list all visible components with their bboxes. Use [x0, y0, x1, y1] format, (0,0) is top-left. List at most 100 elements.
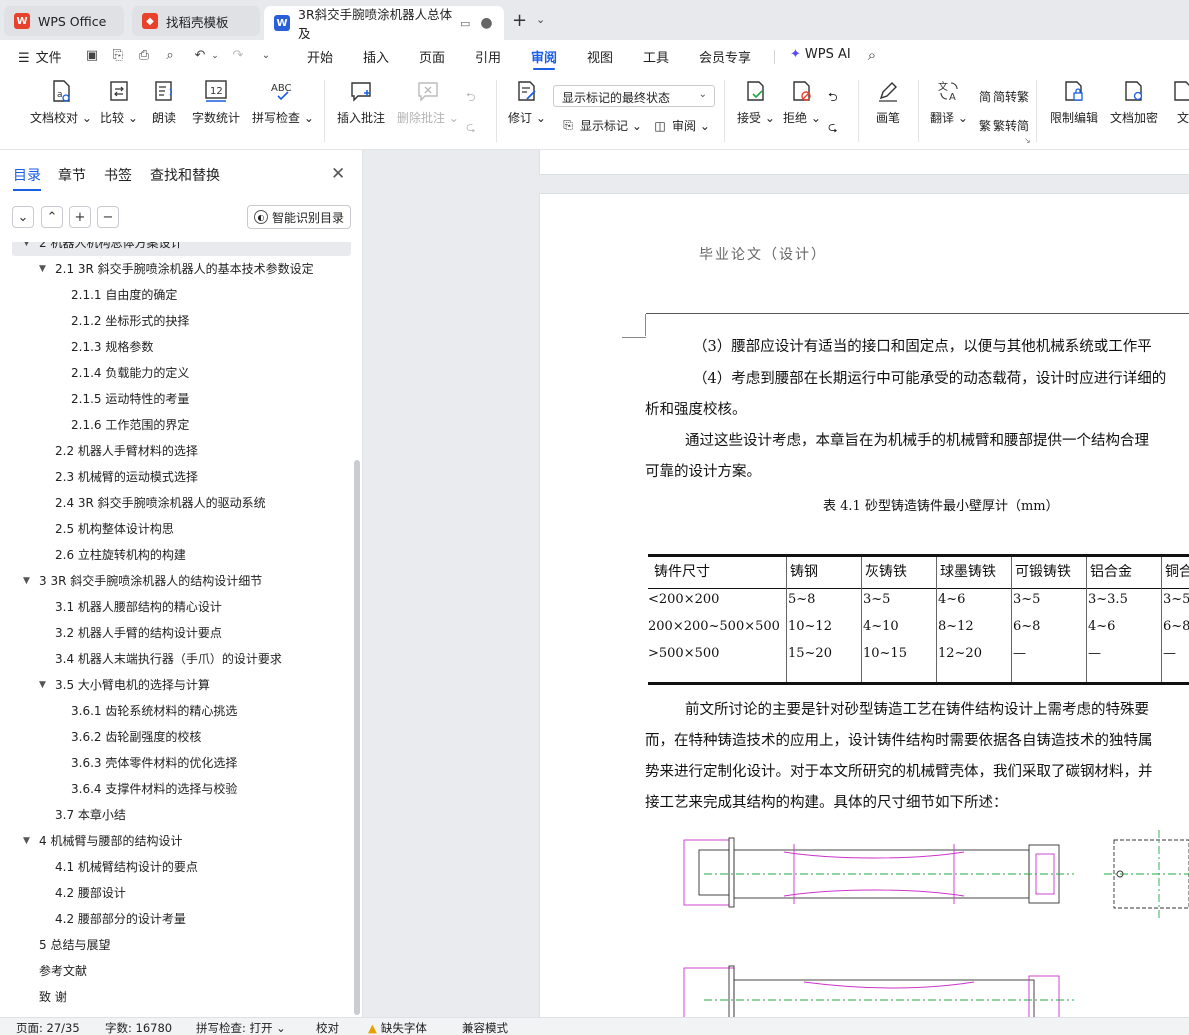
menu-page[interactable]: 页面: [419, 47, 445, 66]
toc-scrollbar[interactable]: [354, 460, 360, 1015]
toc-item[interactable]: 2.1.5 运动特性的考量: [12, 386, 351, 412]
dialog-launcher-icon[interactable]: ↘: [1024, 136, 1031, 145]
prev-comment-icon[interactable]: ⮌: [466, 88, 476, 109]
spell-check-button[interactable]: ABC 拼写检查 ⌄: [252, 78, 314, 126]
menu-review[interactable]: 审阅: [531, 47, 557, 70]
document-more-button[interactable]: 文: [1170, 78, 1189, 126]
close-icon[interactable]: ✕: [331, 164, 345, 184]
tab-document[interactable]: W 3R斜交手腕喷涂机器人总体及 ▭ ●: [264, 6, 504, 41]
delete-comment-button[interactable]: 删除批注 ⌄: [397, 78, 459, 126]
toc-item[interactable]: 3.7 本章小结: [12, 802, 351, 828]
undo-dropdown-icon[interactable]: ⌄: [207, 48, 223, 64]
smart-toc-button[interactable]: ◐ 智能识别目录: [247, 205, 351, 229]
toc-item[interactable]: ▼ 4 机械臂与腰部的结构设计: [12, 828, 351, 854]
translate-button[interactable]: 文A 翻译 ⌄: [930, 78, 968, 126]
to-traditional-button[interactable]: 简简转繁: [977, 88, 1029, 105]
toc-expand-triangle-icon[interactable]: ▼: [39, 256, 46, 282]
toc-item[interactable]: ▼ 3 3R 斜交手腕喷涂机器人的结构设计细节: [12, 568, 351, 594]
tab-sections[interactable]: 章节: [58, 165, 86, 185]
toc-item[interactable]: ▼ 3.5 大小臂电机的选择与计算: [12, 672, 351, 698]
toc-expand-triangle-icon[interactable]: ▼: [39, 672, 46, 698]
next-comment-icon[interactable]: ⮎: [466, 118, 476, 139]
toc-item[interactable]: 2.1.6 工作范围的界定: [12, 412, 351, 438]
redo-icon[interactable]: ↷: [230, 48, 246, 64]
compare-button[interactable]: 比较 ⌄: [100, 78, 138, 126]
toc-item[interactable]: ▼ 2.1 3R 斜交手腕喷涂机器人的基本技术参数设定: [12, 256, 351, 282]
restrict-edit-button[interactable]: 限制编辑: [1050, 78, 1098, 126]
menu-member[interactable]: 会员专享: [699, 47, 751, 66]
toc-item[interactable]: 2.1.4 负载能力的定义: [12, 360, 351, 386]
wps-ai-button[interactable]: ✦ WPS AI: [790, 47, 851, 62]
toc-item[interactable]: 3.6.1 齿轮系统材料的精心挑选: [12, 698, 351, 724]
save-icon[interactable]: ▣: [84, 48, 100, 64]
read-aloud-button[interactable]: 朗读: [151, 78, 177, 126]
tab-bookmarks[interactable]: 书签: [104, 165, 132, 185]
revise-button[interactable]: 修订 ⌄: [508, 78, 546, 126]
toc-expand-triangle-icon[interactable]: ▼: [23, 242, 30, 256]
menu-home[interactable]: 开始: [307, 47, 333, 66]
print-icon[interactable]: ⎙: [136, 48, 152, 64]
toc-item[interactable]: 2.1.3 规格参数: [12, 334, 351, 360]
accept-button[interactable]: 接受 ⌄: [737, 78, 775, 126]
toc-item[interactable]: 参考文献: [12, 958, 351, 984]
review-pane-button[interactable]: ◫ 审阅 ⌄: [652, 117, 710, 134]
add-heading-plus-icon[interactable]: +: [69, 206, 91, 228]
toc-expand-triangle-icon[interactable]: ▼: [23, 568, 30, 594]
missing-font-status[interactable]: ▲ 缺失字体: [368, 1020, 427, 1035]
new-tab-plus-icon[interactable]: +: [512, 10, 527, 31]
print-preview-icon[interactable]: ⌕: [162, 48, 178, 64]
toc-item[interactable]: 2.1.1 自由度的确定: [12, 282, 351, 308]
toc-item[interactable]: 2.4 3R 斜交手腕喷涂机器人的驱动系统: [12, 490, 351, 516]
tab-docer-template[interactable]: ◆ 找稻壳模板: [132, 6, 260, 36]
prev-change-icon[interactable]: ⮌: [828, 88, 838, 109]
to-simplified-button[interactable]: 繁繁转简: [977, 117, 1029, 134]
toc-item[interactable]: 4.2 腰部部分的设计考量: [12, 906, 351, 932]
remove-heading-minus-icon[interactable]: −: [97, 206, 119, 228]
undo-icon[interactable]: ↶: [192, 48, 208, 64]
toc-item[interactable]: 3.6.4 支撑件材料的选择与校验: [12, 776, 351, 802]
reject-button[interactable]: 拒绝 ⌄: [783, 78, 821, 126]
toc-item[interactable]: 2.3 机械臂的运动模式选择: [12, 464, 351, 490]
page-indicator[interactable]: 页面: 27/35: [16, 1020, 80, 1035]
encrypt-button[interactable]: 文档加密: [1110, 78, 1158, 126]
toc-item[interactable]: 4.1 机械臂结构设计的要点: [12, 854, 351, 880]
toc-item[interactable]: 2.6 立柱旋转机构的构建: [12, 542, 351, 568]
toc-item[interactable]: 2.2 机器人手臂材料的选择: [12, 438, 351, 464]
export-icon[interactable]: ⎘: [110, 48, 126, 64]
chevron-down-icon[interactable]: ⌄: [536, 13, 545, 26]
toc-item[interactable]: 3.4 机器人末端执行器（手爪）的设计要求: [12, 646, 351, 672]
toc-item[interactable]: 3.6.3 壳体零件材料的优化选择: [12, 750, 351, 776]
search-icon[interactable]: ⌕: [864, 47, 880, 63]
pen-button[interactable]: 画笔: [875, 78, 901, 126]
doc-check-button[interactable]: a 文档校对 ⌄: [30, 78, 92, 126]
tab-wps-office[interactable]: W WPS Office: [4, 6, 124, 36]
toc-item[interactable]: 致 谢: [12, 984, 351, 1010]
collapse-down-chevron-icon[interactable]: ⌄: [12, 206, 34, 228]
toc-expand-triangle-icon[interactable]: ▼: [23, 828, 30, 854]
more-chevron-icon[interactable]: ⌄: [258, 48, 274, 64]
word-count-indicator[interactable]: 字数: 16780: [105, 1020, 172, 1035]
insert-comment-button[interactable]: 插入批注: [337, 78, 385, 126]
toc-item[interactable]: 3.1 机器人腰部结构的精心设计: [12, 594, 351, 620]
expand-up-chevron-icon[interactable]: ⌃: [41, 206, 63, 228]
proof-status[interactable]: 校对: [316, 1020, 339, 1035]
menu-insert[interactable]: 插入: [363, 47, 389, 66]
toc-item[interactable]: 3.6.2 齿轮副强度的校核: [12, 724, 351, 750]
toc-item[interactable]: 4.2 腰部设计: [12, 880, 351, 906]
tab-find-replace[interactable]: 查找和替换: [150, 165, 220, 185]
display-mode-select[interactable]: 显示标记的最终状态 ⌄: [553, 85, 715, 107]
next-change-icon[interactable]: ⮎: [828, 118, 838, 139]
menu-view[interactable]: 视图: [587, 47, 613, 66]
close-tab-dot-icon[interactable]: ●: [480, 15, 492, 31]
menu-tools[interactable]: 工具: [643, 47, 669, 66]
toc-item[interactable]: 2.5 机构整体设计构思: [12, 516, 351, 542]
menu-references[interactable]: 引用: [475, 47, 501, 66]
file-menu[interactable]: ☰ 文件: [18, 47, 62, 66]
toc-item[interactable]: 3.2 机器人手臂的结构设计要点: [12, 620, 351, 646]
tab-toc[interactable]: 目录: [13, 165, 41, 191]
toc-item[interactable]: 5 总结与展望: [12, 932, 351, 958]
toc-item[interactable]: 2.1.2 坐标形式的抉择: [12, 308, 351, 334]
spell-check-status[interactable]: 拼写检查: 打开 ⌄: [196, 1020, 286, 1035]
show-markup-button[interactable]: ⎘ 显示标记 ⌄: [560, 117, 642, 134]
toc-item[interactable]: ▼ 2 机器人机构总体方案设计: [12, 242, 351, 256]
